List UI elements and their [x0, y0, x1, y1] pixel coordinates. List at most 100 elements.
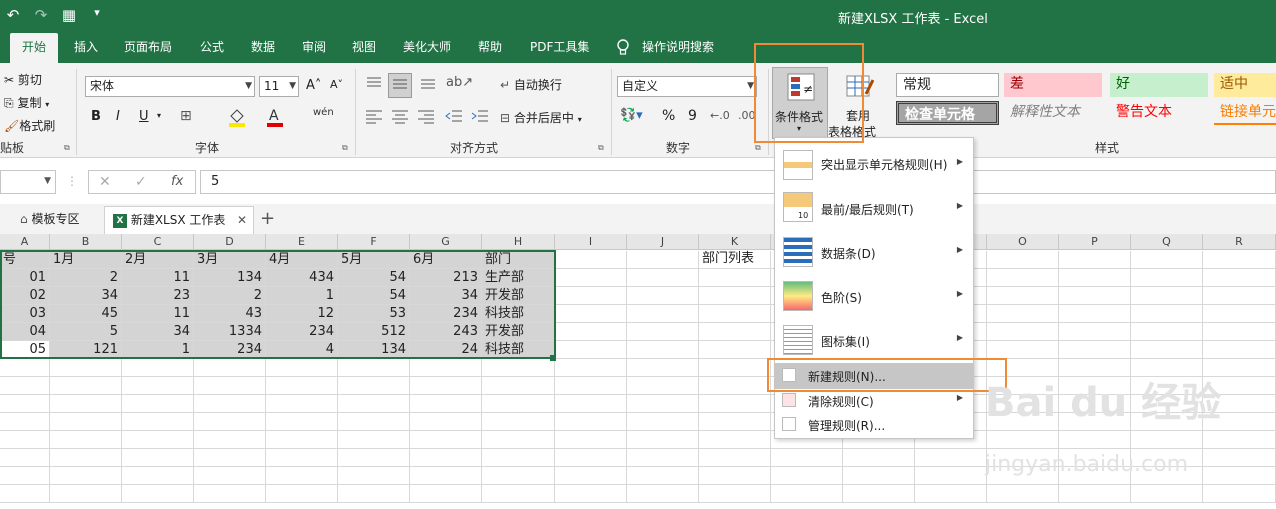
tab-help[interactable]: 帮助 — [478, 33, 502, 63]
cell[interactable] — [843, 467, 915, 485]
cell[interactable] — [50, 449, 122, 467]
cell[interactable] — [0, 377, 50, 395]
cell[interactable]: 5月 — [338, 251, 410, 269]
cell[interactable] — [699, 467, 771, 485]
cancel-icon[interactable]: ✕ — [99, 174, 111, 190]
cell[interactable] — [699, 377, 771, 395]
cell[interactable] — [699, 431, 771, 449]
cell[interactable] — [410, 359, 482, 377]
formula-input[interactable]: 5 — [200, 170, 1276, 194]
column-header-p[interactable]: P — [1059, 234, 1131, 250]
chevron-down-icon[interactable]: ▾ — [157, 111, 161, 120]
menu-top-bottom-rules[interactable]: 10 最前/最后规则(T) ▶ — [775, 190, 973, 230]
column-header-c[interactable]: C — [122, 234, 194, 250]
cell[interactable]: 6月 — [410, 251, 482, 269]
cell[interactable]: 1334 — [194, 323, 266, 341]
style-linked-cell[interactable]: 链接单元 — [1214, 101, 1276, 125]
save-icon[interactable]: ▦ — [60, 6, 78, 24]
font-launcher-icon[interactable]: ⧉ — [342, 143, 348, 153]
cell[interactable] — [1203, 251, 1276, 269]
cell[interactable] — [1203, 449, 1276, 467]
cell[interactable] — [338, 485, 410, 503]
cell[interactable] — [122, 395, 194, 413]
cell[interactable] — [1131, 305, 1203, 323]
cell[interactable]: 2 — [194, 287, 266, 305]
cell[interactable] — [338, 431, 410, 449]
tab-pdf-tools[interactable]: PDF工具集 — [530, 33, 589, 63]
fill-handle[interactable] — [550, 355, 556, 361]
cell[interactable]: 04 — [0, 323, 50, 341]
cell[interactable] — [987, 269, 1059, 287]
cell[interactable] — [0, 467, 50, 485]
cell[interactable]: 243 — [410, 323, 482, 341]
cell[interactable] — [555, 305, 627, 323]
grow-font-button[interactable]: A˄ — [306, 78, 321, 93]
cell[interactable] — [410, 467, 482, 485]
column-header-e[interactable]: E — [266, 234, 338, 250]
tab-review[interactable]: 审阅 — [302, 33, 326, 63]
cell[interactable] — [987, 323, 1059, 341]
cell[interactable] — [1059, 269, 1131, 287]
cell[interactable] — [0, 485, 50, 503]
align-middle-icon[interactable] — [388, 73, 412, 98]
tab-data[interactable]: 数据 — [251, 33, 275, 63]
cell[interactable] — [482, 467, 555, 485]
column-header-j[interactable]: J — [627, 234, 699, 250]
column-header-q[interactable]: Q — [1131, 234, 1203, 250]
cell[interactable] — [1059, 251, 1131, 269]
cell[interactable] — [1203, 467, 1276, 485]
column-header-h[interactable]: H — [482, 234, 555, 250]
cell[interactable] — [50, 377, 122, 395]
insert-function-icon[interactable]: fx — [171, 174, 183, 189]
font-color-icon[interactable]: A — [266, 107, 284, 130]
cell[interactable]: 科技部 — [482, 341, 555, 359]
cell[interactable] — [627, 377, 699, 395]
cut-button[interactable]: ✂ 剪切 — [4, 71, 42, 88]
align-right-icon[interactable] — [416, 108, 436, 127]
cell[interactable] — [50, 395, 122, 413]
cell[interactable] — [627, 323, 699, 341]
cell[interactable] — [627, 467, 699, 485]
cell[interactable] — [1203, 341, 1276, 359]
cell[interactable] — [1059, 287, 1131, 305]
cell[interactable]: 4月 — [266, 251, 338, 269]
cell[interactable] — [555, 431, 627, 449]
column-header-o[interactable]: O — [987, 234, 1059, 250]
bold-button[interactable]: B — [91, 109, 101, 124]
cell[interactable]: 开发部 — [482, 287, 555, 305]
phonetic-button[interactable]: wén — [313, 107, 334, 118]
tab-view[interactable]: 视图 — [352, 33, 376, 63]
cell[interactable] — [122, 467, 194, 485]
cell[interactable] — [627, 485, 699, 503]
cell[interactable] — [627, 395, 699, 413]
cell[interactable]: 23 — [122, 287, 194, 305]
clipboard-launcher-icon[interactable]: ⧉ — [64, 143, 70, 153]
cell[interactable]: 05 — [0, 341, 50, 359]
cell[interactable] — [627, 431, 699, 449]
cell[interactable] — [627, 287, 699, 305]
font-name-combo[interactable]: 宋体 ▼ — [85, 76, 255, 97]
cell[interactable]: 53 — [338, 305, 410, 323]
cell[interactable] — [1059, 431, 1131, 449]
menu-data-bars[interactable]: 数据条(D) ▶ — [775, 234, 973, 274]
style-neutral[interactable]: 适中 — [1214, 73, 1276, 97]
cell[interactable] — [555, 449, 627, 467]
cell[interactable] — [410, 431, 482, 449]
add-tab-button[interactable]: + — [260, 208, 275, 229]
column-header-a[interactable]: A — [0, 234, 50, 250]
cell[interactable] — [266, 485, 338, 503]
tab-insert[interactable]: 插入 — [74, 33, 98, 63]
currency-icon[interactable]: 💱▾ — [620, 108, 643, 123]
number-launcher-icon[interactable]: ⧉ — [755, 143, 761, 153]
decrease-indent-icon[interactable] — [444, 108, 464, 127]
style-bad[interactable]: 差 — [1004, 73, 1102, 97]
align-bottom-icon[interactable] — [418, 75, 438, 94]
cell[interactable] — [194, 449, 266, 467]
cell[interactable]: 234 — [410, 305, 482, 323]
menu-highlight-cells-rules[interactable]: 突出显示单元格规则(H) ▶ — [775, 146, 973, 186]
underline-button[interactable]: U — [139, 109, 149, 124]
cell[interactable]: 号 — [0, 251, 50, 269]
cell[interactable] — [1203, 431, 1276, 449]
customize-qat-icon[interactable]: ▾ — [88, 6, 106, 24]
cell[interactable] — [50, 467, 122, 485]
